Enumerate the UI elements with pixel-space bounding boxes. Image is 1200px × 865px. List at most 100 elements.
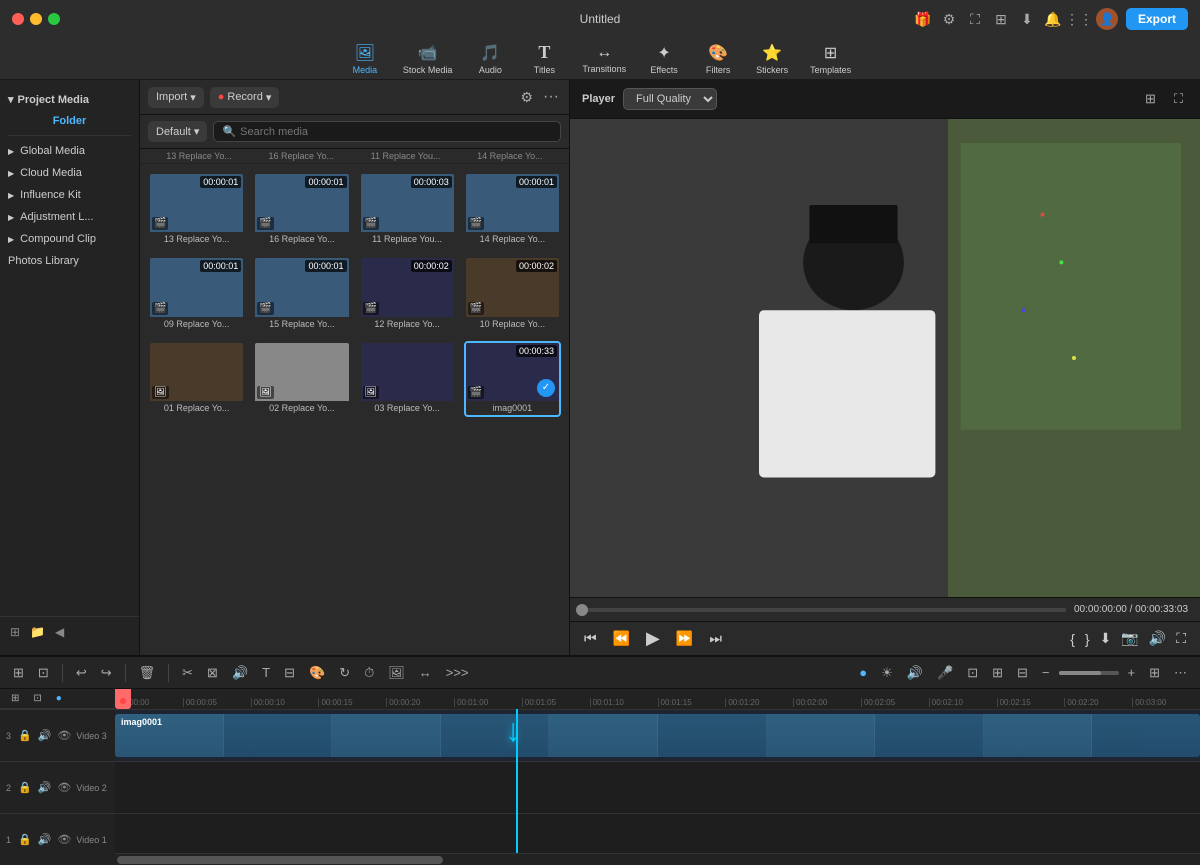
grid-view-button[interactable]: ⊞ [1140,88,1161,110]
scrollbar-thumb[interactable] [117,856,443,864]
apps-icon[interactable]: ⋮⋮ [1070,10,1088,28]
volume-button[interactable]: 🔊 [1147,628,1168,649]
add-folder-button[interactable]: ⊞ [8,623,22,641]
audio-tl-button[interactable]: 🔊 [902,662,928,684]
eye-track-button[interactable]: 👁 [56,832,72,847]
maximize-button[interactable] [48,13,60,25]
media-item-3[interactable]: 00:00:03 🎬 11 Replace You... [359,172,456,248]
fit-button[interactable]: ⛶ [1169,88,1188,110]
fullscreen-button[interactable]: ⛶ [1174,628,1188,649]
zoom-in-button[interactable]: + [1123,662,1141,683]
skip-forward-button[interactable]: ⏭ [707,628,724,649]
text-button[interactable]: T [257,662,275,683]
lock-track-button[interactable]: 🔒 [17,728,33,743]
split-clip-button[interactable]: ⊟ [279,662,300,684]
lock-track-button[interactable]: 🔒 [17,832,33,847]
in-point-button[interactable]: { [1068,628,1077,649]
brightness-button[interactable]: ☀ [876,662,898,684]
media-item-10[interactable]: 🖼 02 Replace Yo... [253,341,350,417]
delete-button[interactable]: 🗑 [134,662,161,684]
step-back-button[interactable]: ⏪ [611,628,632,649]
rotate-button[interactable]: ↻ [334,662,355,684]
grid-icon[interactable]: ⊞ [992,10,1010,28]
quality-select[interactable]: Full Quality [623,88,717,110]
add-track-button[interactable]: ⊞ [6,690,24,707]
folder-label[interactable]: Folder [0,111,139,131]
snapshot-button[interactable]: 📷 [1119,628,1140,649]
media-item-1[interactable]: 00:00:01 🎬 13 Replace Yo... [148,172,245,248]
toolbar-item-audio[interactable]: 🎵 Audio [464,39,516,79]
media-item-4[interactable]: 00:00:01 🎬 14 Replace Yo... [464,172,561,248]
folder-button[interactable]: 📁 [28,623,47,641]
close-button[interactable] [12,13,24,25]
toolbar-item-media[interactable]: 🖼 Media [339,39,391,79]
media-item-9[interactable]: 🖼 01 Replace Yo... [148,341,245,417]
toolbar-item-stock-media[interactable]: 📹 Stock Media [393,39,463,79]
extract-button[interactable]: ⊞ [987,662,1008,684]
media-item-7[interactable]: 00:00:02 🎬 12 Replace Yo... [359,256,456,332]
media-item-8[interactable]: 00:00:02 🎬 10 Replace Yo... [464,256,561,332]
record-button[interactable]: ● Record ▾ [210,87,280,108]
more-button[interactable]: >>> [441,662,474,683]
download-icon[interactable]: ⬇ [1018,10,1036,28]
media-item-2[interactable]: 00:00:01 🎬 16 Replace Yo... [253,172,350,248]
progress-bar[interactable] [582,608,1066,612]
minimize-button[interactable] [30,13,42,25]
export-button[interactable]: Export [1126,8,1188,30]
sidebar-item-cloud-media[interactable]: ▶ Cloud Media [0,162,139,184]
toolbar-item-stickers[interactable]: ⭐ Stickers [746,39,798,79]
play-button[interactable]: ▶ [644,626,662,651]
media-item-11[interactable]: 🖼 03 Replace Yo... [359,341,456,417]
video-clip-imag0001[interactable]: imag0001 [115,714,1200,757]
settings-icon[interactable]: ⚙ [940,10,958,28]
mute-track-button[interactable]: 🔊 [37,780,53,795]
fullscreen-icon[interactable]: ⛶ [966,10,984,28]
collapse-sidebar-button[interactable]: ◀ [53,623,66,641]
step-forward-button[interactable]: ⏩ [674,628,695,649]
sidebar-item-influence-kit[interactable]: ▶ Influence Kit [0,184,139,206]
bell-icon[interactable]: 🔔 [1044,10,1062,28]
sidebar-item-adjustment-l[interactable]: ▶ Adjustment L... [0,206,139,228]
toolbar-item-titles[interactable]: T Titles [518,38,570,79]
timeline-scrollbar[interactable] [115,853,1200,865]
timeline-ruler[interactable]: 00:00:0000:00:0500:00:1000:00:1500:00:20… [115,689,1200,709]
out-point-button[interactable]: } [1083,628,1092,649]
more-tl-button[interactable]: ⋯ [1169,662,1192,684]
zoom-slider[interactable] [1059,671,1119,675]
toolbar-item-effects[interactable]: ✦ Effects [638,39,690,79]
media-item-5[interactable]: 00:00:01 🎬 09 Replace Yo... [148,256,245,332]
undo-button[interactable]: ↩ [71,662,92,684]
redo-button[interactable]: ↪ [96,662,117,684]
search-input[interactable] [240,126,552,138]
crop-button[interactable]: ⊠ [202,662,223,684]
audio-detach-button[interactable]: 🔊 [227,662,253,684]
import-button[interactable]: Import ▾ [148,87,204,108]
gift-icon[interactable]: 🎁 [914,10,932,28]
zoom-out-button[interactable]: − [1037,662,1055,683]
mute-track-button[interactable]: 🔊 [37,728,53,743]
eye-track-button[interactable]: 👁 [56,780,72,795]
split-icon[interactable]: ⊞ [8,662,29,684]
eye-track-button[interactable]: 👁 [56,728,72,743]
toolbar-item-filters[interactable]: 🎨 Filters [692,39,744,79]
layout-button[interactable]: ⊞ [1144,662,1165,684]
sidebar-item-photos-library[interactable]: Photos Library [0,250,139,272]
avatar[interactable]: 👤 [1096,8,1118,30]
toolbar-item-transitions[interactable]: ↔ Transitions [572,40,636,78]
mute-track-button[interactable]: 🔊 [37,832,53,847]
cut-button[interactable]: ✂ [177,662,198,684]
default-button[interactable]: Default ▾ [148,121,207,142]
toolbar-item-templates[interactable]: ⊞ Templates [800,39,861,79]
speed-button[interactable]: ⏱ [359,662,379,684]
record-tl-button[interactable]: ● [854,662,872,683]
arrow-button[interactable]: ↔ [414,662,437,683]
filter-icon[interactable]: ⚙ [518,86,535,108]
magnet-icon[interactable]: ⊡ [33,662,54,684]
sidebar-item-compound-clip[interactable]: ▶ Compound Clip [0,228,139,250]
more-options-icon[interactable]: ··· [541,86,561,108]
media-item-12[interactable]: 00:00:33 🎬 ✓ imag0001 [464,341,561,417]
media-item-6[interactable]: 00:00:01 🎬 15 Replace Yo... [253,256,350,332]
sidebar-item-global-media[interactable]: ▶ Global Media [0,140,139,162]
split-tl-button[interactable]: ⊡ [962,662,983,684]
split-view-button[interactable]: ⊡ [28,690,46,707]
